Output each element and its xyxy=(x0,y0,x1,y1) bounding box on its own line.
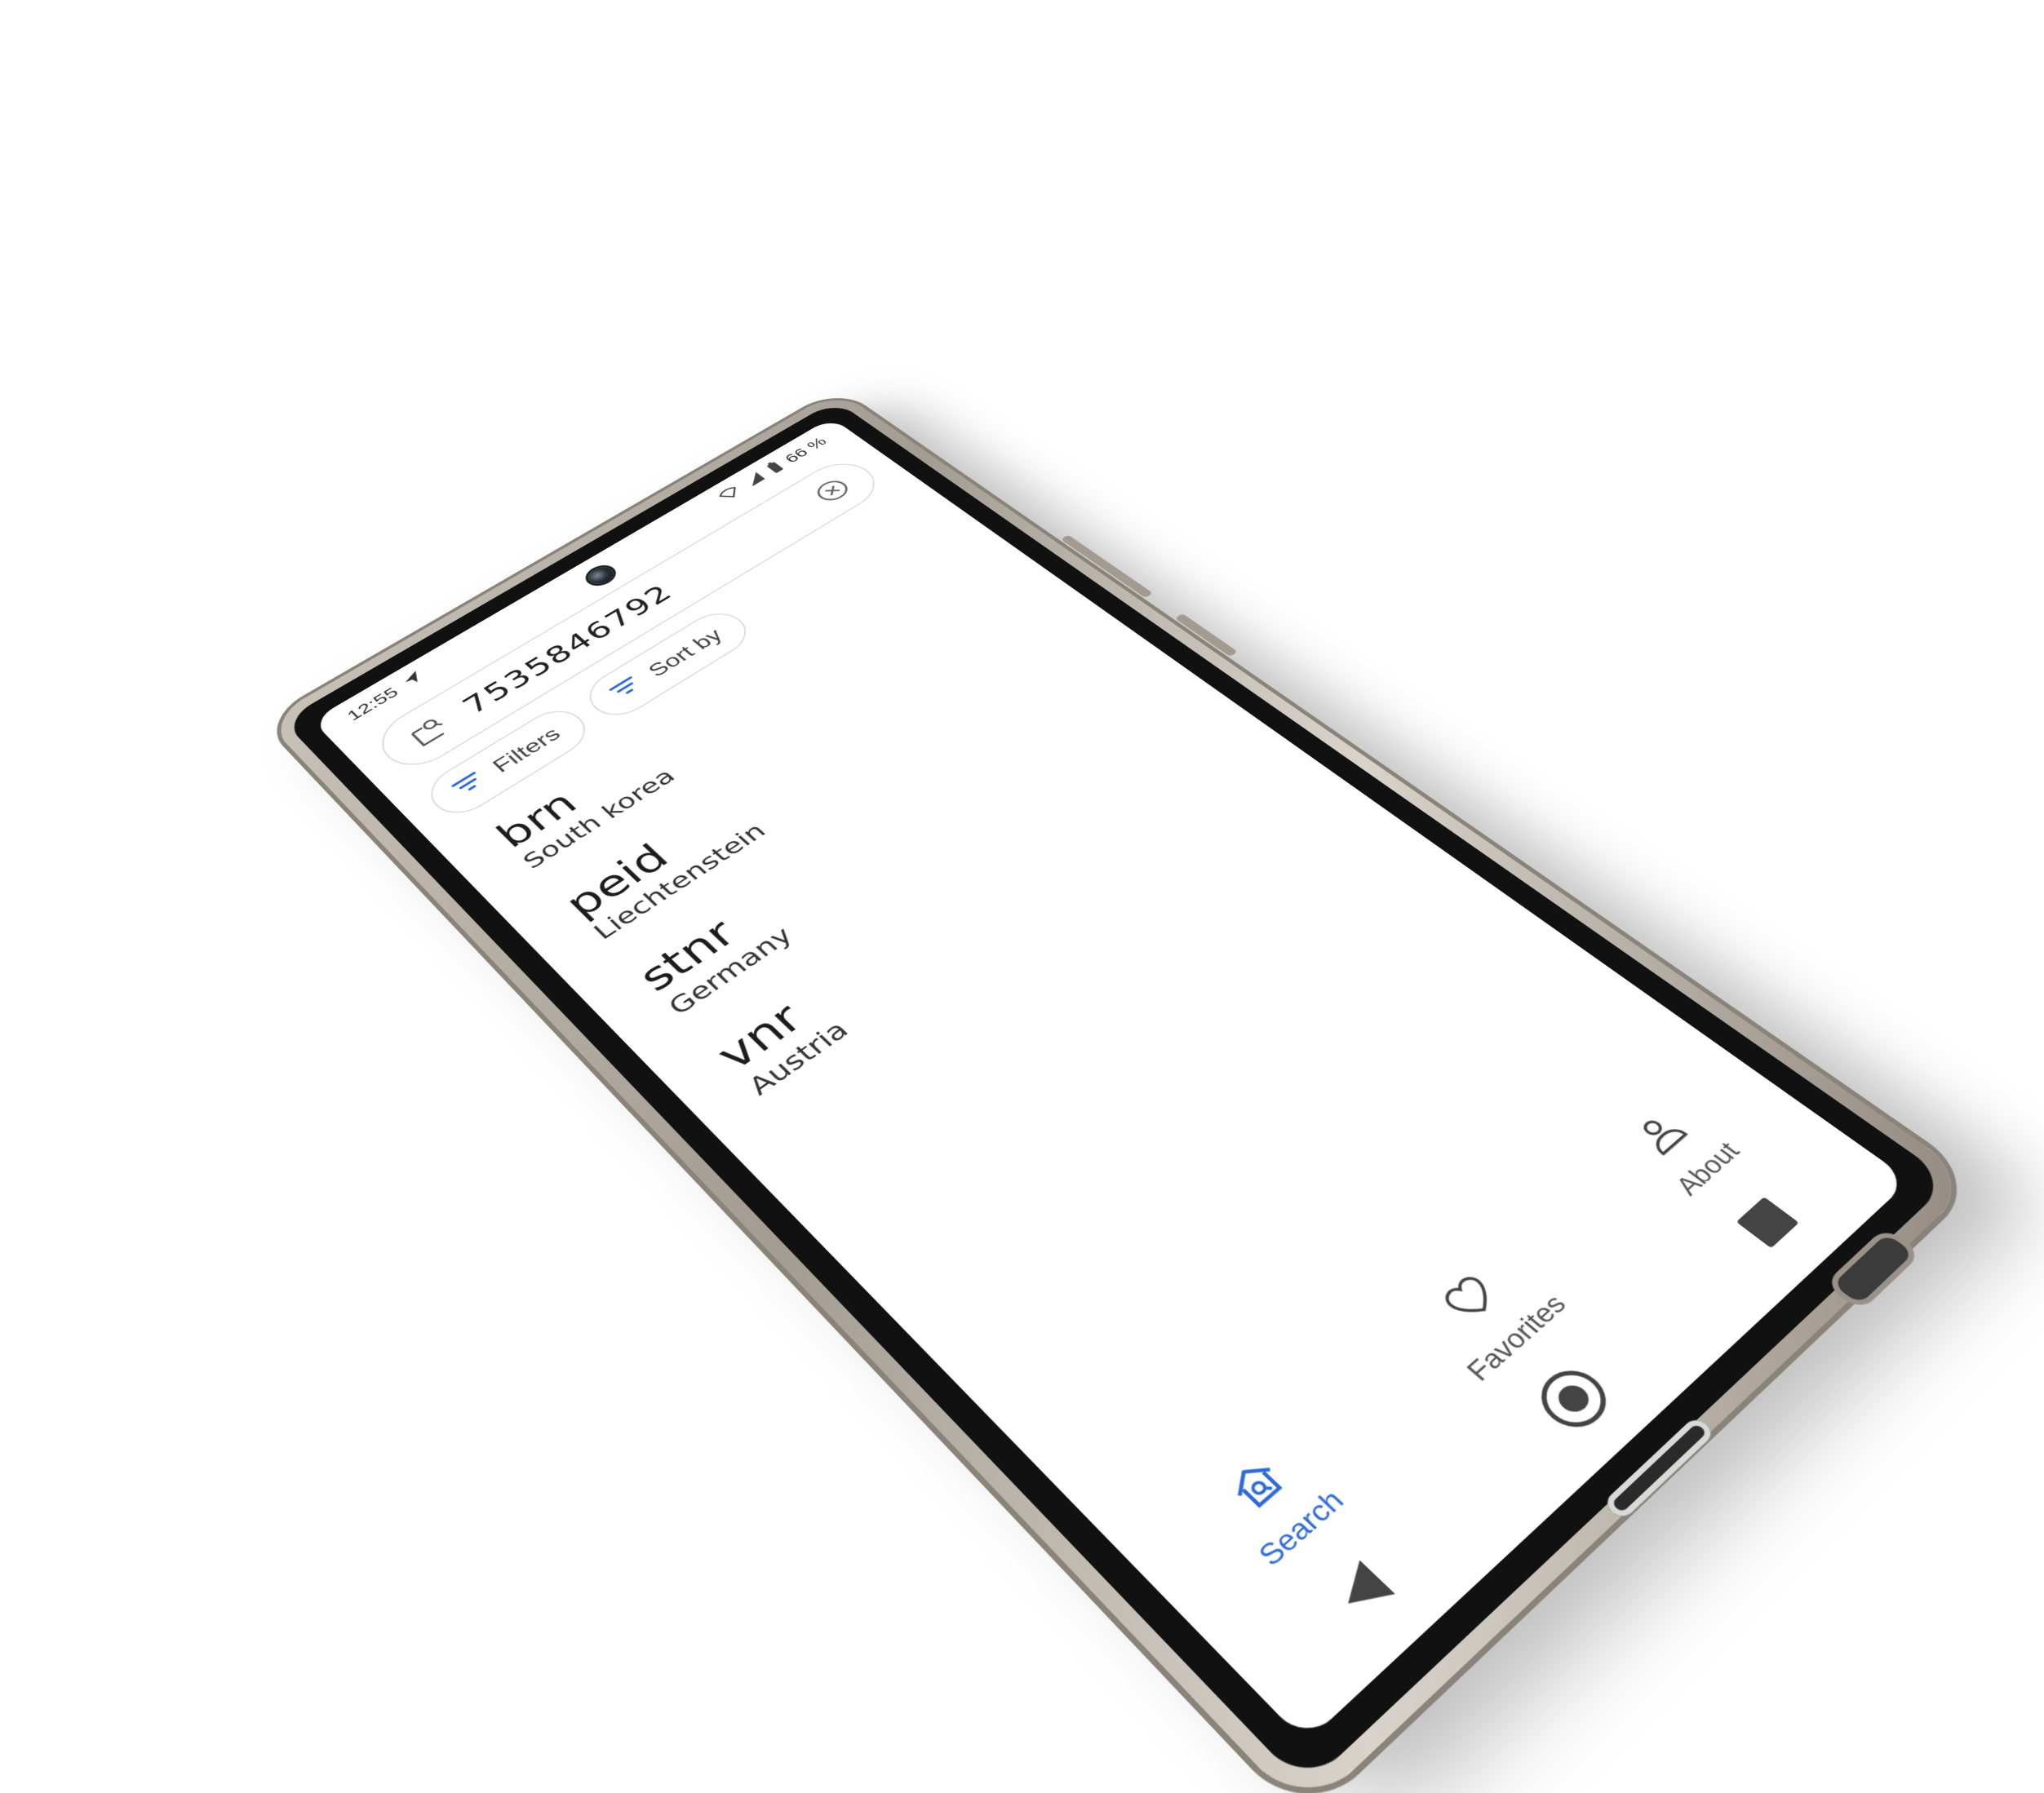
nav-item-about[interactable]: About xyxy=(1616,1097,1746,1201)
device-stage: 12:55 66 % 7535846792 Filters Sort by br… xyxy=(0,0,2044,1793)
home-button-icon[interactable] xyxy=(1528,1359,1620,1439)
wifi-icon xyxy=(715,485,746,505)
back-icon[interactable] xyxy=(1330,1560,1395,1622)
sort-icon xyxy=(603,671,650,706)
filters-label: Filters xyxy=(487,724,565,777)
navigation-arrow-icon xyxy=(398,668,430,692)
person-icon xyxy=(1625,1105,1704,1167)
sort-by-label: Sort by xyxy=(643,625,728,681)
battery-icon xyxy=(764,460,788,476)
status-time: 12:55 xyxy=(343,684,402,724)
filter-icon xyxy=(446,767,494,804)
recent-apps-icon[interactable] xyxy=(1736,1196,1799,1248)
battery-percent: 66 % xyxy=(781,435,831,466)
phone-device: 12:55 66 % 7535846792 Filters Sort by br… xyxy=(264,390,1976,1793)
document-search-icon xyxy=(401,712,455,752)
signal-icon xyxy=(740,471,770,490)
app-screen: 12:55 66 % 7535846792 Filters Sort by br… xyxy=(312,417,1910,1743)
screen-bezel: 12:55 66 % 7535846792 Filters Sort by br… xyxy=(282,400,1952,1789)
